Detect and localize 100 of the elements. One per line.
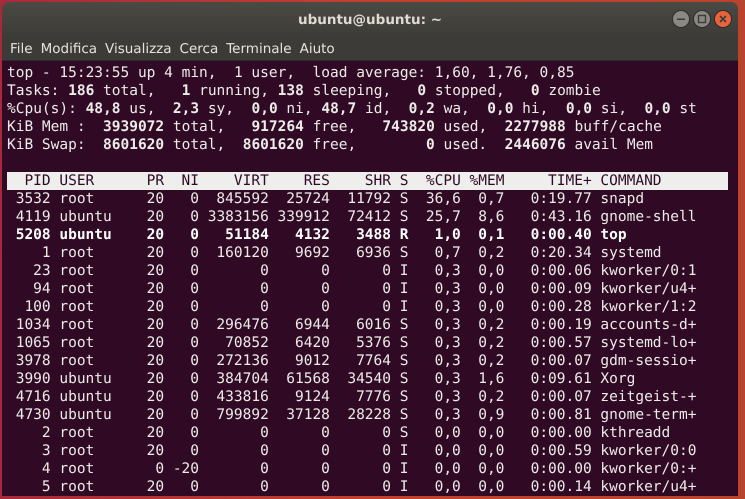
table-cell-text: 0 xyxy=(189,316,199,334)
table-cell-text: Xorg xyxy=(600,370,636,388)
table-cell-text: 34540 xyxy=(346,370,391,388)
table-cell-text: 0,3 xyxy=(434,280,461,298)
table-cell-text: root xyxy=(59,424,96,442)
column-header[interactable]: NI xyxy=(172,172,199,190)
column-header[interactable]: USER xyxy=(59,172,130,190)
table-cell-text: 3488 xyxy=(355,226,391,244)
maximize-button[interactable] xyxy=(693,10,711,28)
column-header[interactable]: PR xyxy=(138,172,164,190)
column-header[interactable]: SHR xyxy=(338,172,391,190)
table-cell-text: 0 xyxy=(189,406,199,424)
minimize-button[interactable] xyxy=(672,10,690,28)
menu-item[interactable]: Aiuto xyxy=(296,40,339,56)
table-cell-text: 0:43.16 xyxy=(530,208,592,226)
table-cell-text: 4119 xyxy=(14,208,51,226)
column-header[interactable]: COMMAND xyxy=(600,172,706,190)
window-title: ubuntu@ubuntu: ~ xyxy=(298,12,442,28)
table-cell-text: 0,3 xyxy=(434,406,461,424)
table-cell-text: accounts-d+ xyxy=(600,316,698,334)
table-cell-text: 0,0 xyxy=(434,424,461,442)
table-cell-text: kworker/0:+ xyxy=(600,460,698,478)
table-cell-text: kworker/1:2 xyxy=(600,298,698,316)
table-cell-text: 0,2 xyxy=(477,352,504,370)
table-cell-text: 0:00.00 xyxy=(530,424,592,442)
table-cell-text: 3532 xyxy=(14,190,51,208)
table-cell-text: ubuntu xyxy=(59,406,113,424)
table-cell-text: 0,2 xyxy=(477,244,504,262)
menu-item[interactable]: Terminale xyxy=(222,40,296,56)
table-cell-text: 2 xyxy=(40,424,51,442)
table-cell-text: 9012 xyxy=(294,352,330,370)
summary-line: KiB Mem : 3939072 total, 917264 free, 743820 used, 2277988 buff/cache xyxy=(7,118,663,136)
table-cell-text: 0,3 xyxy=(434,298,461,316)
table-cell-text: 0:20.34 xyxy=(530,244,592,262)
table-cell-text: 0,0 xyxy=(434,442,461,460)
table-cell-text: 20 xyxy=(146,262,164,280)
table-cell-text: 5376 xyxy=(355,334,391,352)
table-cell-text: 9692 xyxy=(294,244,330,262)
menu-item[interactable]: Modifica xyxy=(36,40,102,56)
table-cell-text: 5 xyxy=(40,478,51,496)
table-cell-text: 0,0 xyxy=(477,298,504,316)
table-cell-text: 0 xyxy=(320,298,330,316)
table-cell-text: 6944 xyxy=(294,316,330,334)
summary-line: Tasks: 186 total, 1 running, 138 sleeping, 0 stopped, 0 zombie xyxy=(7,82,602,100)
column-header[interactable]: S xyxy=(400,172,408,190)
table-cell-text: 0 xyxy=(189,244,199,262)
table-cell-text: 0:00.00 xyxy=(530,460,592,478)
table-cell-text: 20 xyxy=(146,208,164,226)
table-cell-text: 0,9 xyxy=(477,406,504,424)
table-cell-text: 7776 xyxy=(355,388,391,406)
column-header[interactable]: TIME+ xyxy=(513,172,592,190)
table-cell: S xyxy=(400,316,408,334)
column-header[interactable]: %CPU xyxy=(417,172,461,190)
table-cell-text: 0 xyxy=(320,262,330,280)
table-cell-text: 0 xyxy=(189,190,199,208)
table-cell-text: 20 xyxy=(146,280,164,298)
table-cell-text: 51184 xyxy=(224,226,269,244)
menu-item[interactable]: File xyxy=(6,40,37,56)
menu-item[interactable]: Visualizza xyxy=(101,40,176,56)
table-cell-text: 20 xyxy=(146,388,164,406)
table-cell-text: 36,6 xyxy=(424,190,461,208)
table-cell-text: 20 xyxy=(146,478,164,496)
table-cell-text: 0:09.61 xyxy=(530,370,592,388)
table-cell-text: 20 xyxy=(146,442,164,460)
table-cell-text: 272136 xyxy=(215,352,269,370)
table-cell: R xyxy=(400,226,408,244)
table-cell-text: kworker/0:1 xyxy=(600,262,698,280)
table-cell-text: 20 xyxy=(146,370,164,388)
table-cell-text: 25,7 xyxy=(424,208,461,226)
table-cell-text: 3990 xyxy=(14,370,51,388)
table-cell-text: 0,2 xyxy=(477,334,504,352)
table-cell-text: 0,7 xyxy=(477,190,504,208)
column-header[interactable]: VIRT xyxy=(208,172,269,190)
close-button[interactable] xyxy=(714,10,732,28)
table-cell-text: 0 xyxy=(320,442,330,460)
table-cell-text: 0 xyxy=(259,442,269,460)
table-cell-text: 1,0 xyxy=(434,226,461,244)
table-cell: I xyxy=(400,280,408,298)
table-cell-text: 0 xyxy=(189,352,199,370)
column-header[interactable]: %MEM xyxy=(470,172,504,190)
table-cell-text: 20 xyxy=(146,316,164,334)
table-cell-text: 0 xyxy=(320,478,330,496)
table-cell-text: 0:00.81 xyxy=(530,406,592,424)
table-cell-text: 0,3 xyxy=(434,262,461,280)
table-cell-text: 20 xyxy=(146,298,164,316)
table-cell-text: 0:00.09 xyxy=(530,280,592,298)
menu-item[interactable]: Cerca xyxy=(176,40,222,56)
table-cell: I xyxy=(400,460,408,478)
table-cell-text: 70852 xyxy=(224,334,269,352)
table-cell-text: 37128 xyxy=(285,406,330,424)
table-cell-text: 0,0 xyxy=(477,442,504,460)
column-header[interactable]: RES xyxy=(278,172,330,190)
table-cell-text: root xyxy=(59,352,96,370)
table-cell-text: root xyxy=(59,280,96,298)
column-header[interactable]: PID xyxy=(7,172,51,190)
table-cell-text: 0,3 xyxy=(434,316,461,334)
table-cell-text: 296476 xyxy=(215,316,269,334)
table-cell-text: 384704 xyxy=(215,370,269,388)
table-cell-text: root xyxy=(59,478,96,496)
table-cell: S xyxy=(400,370,408,388)
